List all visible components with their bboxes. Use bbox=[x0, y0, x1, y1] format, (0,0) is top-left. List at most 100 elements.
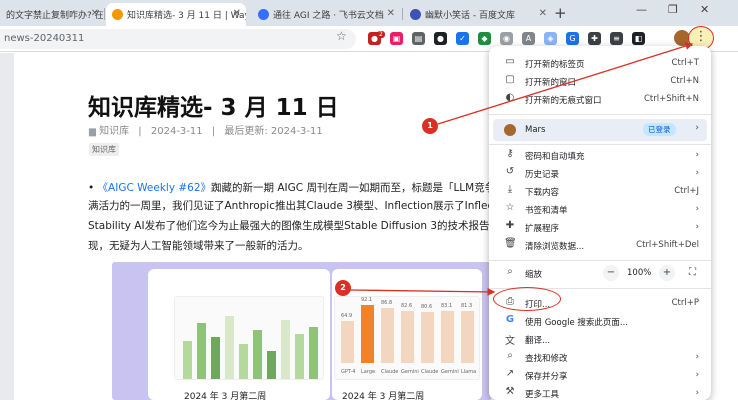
menu-incognito[interactable]: ◐ 打开新的无痕式窗口 Ctrl+Shift+N bbox=[489, 90, 711, 108]
bookmark-star-icon[interactable]: ☆ bbox=[336, 29, 347, 43]
ext-black-circle-icon[interactable]: ● bbox=[434, 32, 447, 45]
ext-blue-check-icon[interactable]: ✓ bbox=[456, 32, 469, 45]
benchmark-chart-1 bbox=[174, 296, 324, 380]
chevron-right-icon: › bbox=[695, 150, 699, 160]
address-bar[interactable]: news-20240311 bbox=[0, 29, 356, 49]
tab-2-close-icon[interactable]: ✕ bbox=[233, 8, 241, 19]
ext-list-icon[interactable]: ≡ bbox=[610, 32, 623, 45]
chart2-bar bbox=[361, 305, 374, 363]
tab-3[interactable]: 通往 AGI 之路 · 飞书云文档 ✕ bbox=[252, 3, 400, 26]
step-marker-1: 1 bbox=[422, 118, 438, 134]
menu-label: 书签和清单 bbox=[525, 206, 568, 216]
ext-a-icon[interactable]: A bbox=[522, 32, 535, 45]
menu-new-window[interactable]: ▢ 打开新的窗口 Ctrl+N bbox=[489, 72, 711, 90]
menu-save-share[interactable]: ↗ 保存并分享 › bbox=[489, 366, 711, 384]
article-line-2: 满活力的一周里，我们见证了Anthropic推出其Claude 3模型、Infl… bbox=[88, 200, 518, 212]
tab-1[interactable]: ✕ 的文字禁止复制咋办? 在这里 bbox=[0, 3, 104, 26]
menu-google-search[interactable]: G 使用 Google 搜索此页面... bbox=[489, 312, 711, 330]
ext-puzzle-icon[interactable]: ✚ bbox=[588, 32, 601, 45]
weekly-link[interactable]: 《AIGC Weekly #62》 bbox=[98, 182, 211, 194]
puzzle-icon: ✚ bbox=[505, 220, 515, 231]
chart2-value-label: 80.6 bbox=[421, 303, 433, 310]
incognito-icon: ◐ bbox=[505, 92, 515, 103]
chart1-bar bbox=[309, 326, 318, 379]
article-updated: 最后更新: 2024-3-11 bbox=[224, 126, 323, 137]
article-tag[interactable]: 知识库 bbox=[89, 143, 119, 156]
chart1-bar bbox=[211, 337, 220, 379]
menu-passwords[interactable]: ⚷ 密码和自动填充 › bbox=[489, 146, 711, 164]
menu-new-tab[interactable]: ▭ 打开新的标签页 Ctrl+T bbox=[489, 54, 711, 72]
ext-pink-square-icon[interactable]: ▣ bbox=[390, 32, 403, 45]
menu-label: 使用 Google 搜索此页面... bbox=[525, 318, 628, 328]
ext-color-icon[interactable]: ◈ bbox=[544, 32, 557, 45]
chart2-bar bbox=[381, 308, 394, 363]
menu-downloads[interactable]: ⤓ 下载内容 Ctrl+J bbox=[489, 182, 711, 200]
mars-avatar bbox=[504, 124, 516, 136]
chart2-bar bbox=[401, 310, 414, 363]
chart2-category-label: GPT-4 bbox=[341, 369, 356, 375]
chart1-bar bbox=[253, 330, 262, 379]
chevron-right-icon: › bbox=[695, 204, 699, 214]
meta-separator: | bbox=[138, 126, 142, 137]
page-left-margin bbox=[0, 53, 14, 400]
menu-shortcut: Ctrl+P bbox=[671, 298, 699, 308]
tab-2-active[interactable]: 知识库精选- 3 月 11 日 | Way ✕ bbox=[106, 3, 246, 26]
chart2-value-label: 92.1 bbox=[361, 297, 373, 303]
chart2-bar bbox=[421, 311, 434, 363]
extension-badge: 2 bbox=[377, 31, 385, 38]
tab-2-favicon-icon bbox=[112, 9, 123, 20]
ext-green-icon[interactable]: ◆ bbox=[478, 32, 491, 45]
folder-icon: ▆ bbox=[89, 127, 96, 137]
ext-sidepanel-icon[interactable]: ◧ bbox=[632, 32, 645, 45]
menu-shortcut: Ctrl+T bbox=[671, 58, 699, 68]
new-tab-button[interactable]: + bbox=[554, 4, 567, 22]
menu-clear-data[interactable]: 🗑 清除浏览数据... Ctrl+Shift+Del bbox=[489, 236, 711, 254]
menu-bookmarks[interactable]: ☆ 书签和清单 › bbox=[489, 200, 711, 218]
article-date: 2024-3-11 bbox=[150, 126, 203, 137]
card-2-caption: 2024 年 3 月第二周 bbox=[342, 392, 425, 400]
maximize-button[interactable]: ❐ bbox=[668, 3, 678, 16]
menu-label: 扩展程序 bbox=[525, 224, 560, 234]
chart2-bar bbox=[341, 321, 354, 363]
menu-shortcut: Ctrl+J bbox=[674, 186, 699, 196]
menu-label: 打开新的标签页 bbox=[525, 60, 585, 70]
fullscreen-icon[interactable]: ⛶ bbox=[689, 267, 696, 278]
chevron-right-icon: › bbox=[695, 388, 699, 398]
chart1-bar bbox=[267, 351, 276, 379]
menu-translate[interactable]: 文 翻译... bbox=[489, 330, 711, 348]
menu-shortcut: Ctrl+Shift+Del bbox=[636, 240, 699, 250]
close-window-button[interactable]: ✕ bbox=[700, 3, 709, 16]
history-icon: ↺ bbox=[505, 166, 515, 177]
chart1-bar bbox=[225, 316, 234, 379]
tab-1-label: 的文字禁止复制咋办? 在这里 bbox=[6, 11, 104, 21]
menu-profile[interactable]: Mars 已登录 › bbox=[493, 119, 707, 141]
ext-camera-icon[interactable]: ◉ bbox=[500, 32, 513, 45]
tab-1-close-icon[interactable]: ✕ bbox=[91, 8, 99, 19]
menu-find-edit[interactable]: ⌕ 查找和修改 › bbox=[489, 348, 711, 366]
article-line-3: Stability AI发布了他们迄今为止最强大的图像生成模型Stable Di… bbox=[88, 220, 524, 232]
menu-more-tools[interactable]: ⚒ 更多工具 › bbox=[489, 384, 711, 400]
minimize-button[interactable]: — bbox=[636, 3, 647, 16]
article-meta: ▆ 知识库 | 2024-3-11 | 最后更新: 2024-3-11 bbox=[89, 122, 323, 137]
menu-extensions[interactable]: ✚ 扩展程序 › bbox=[489, 218, 711, 236]
chevron-right-icon: › bbox=[695, 222, 699, 232]
chart2-category-label: Llama bbox=[461, 369, 477, 375]
chart1-bar bbox=[183, 340, 192, 379]
tab-divider bbox=[104, 8, 105, 20]
article-category[interactable]: 知识库 bbox=[99, 126, 129, 137]
chevron-right-icon: › bbox=[695, 352, 699, 362]
ext-gray-box-icon[interactable]: ▤ bbox=[412, 32, 425, 45]
menu-label: 保存并分享 bbox=[525, 372, 568, 382]
tab-4[interactable]: 幽默小笑话 - 百度文库 ✕ bbox=[404, 3, 552, 26]
google-icon: G bbox=[505, 314, 515, 325]
zoom-in-button[interactable]: + bbox=[659, 265, 675, 281]
tab-3-close-icon[interactable]: ✕ bbox=[387, 8, 395, 19]
chart2-value-label: 64.9 bbox=[341, 313, 353, 320]
zoom-out-button[interactable]: − bbox=[603, 265, 619, 281]
zoom-value: 100% bbox=[627, 268, 652, 278]
trash-icon: 🗑 bbox=[504, 238, 517, 249]
menu-history[interactable]: ↺ 历史记录 › bbox=[489, 164, 711, 182]
tab-4-close-icon[interactable]: ✕ bbox=[539, 8, 547, 19]
ext-translate-icon[interactable]: G bbox=[566, 32, 579, 45]
menu-shortcut: Ctrl+Shift+N bbox=[643, 94, 699, 104]
